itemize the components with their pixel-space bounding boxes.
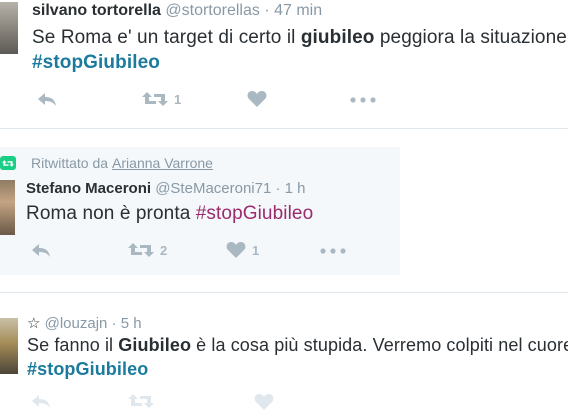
retweet-button[interactable]: 2	[128, 242, 167, 258]
retweet-icon	[128, 394, 154, 408]
tweet-text: Se fanno il Giubileo è la cosa più stupi…	[27, 335, 568, 356]
reply-icon	[38, 93, 56, 106]
tweet-header: Stefano Maceroni @SteMaceroni71 · 1 h	[26, 180, 306, 197]
tweet-header: ☆ @louzajn · 5 h	[27, 314, 142, 332]
retweet-icon	[142, 92, 168, 106]
retweet-context: Ritwittato da Arianna Varrone	[0, 155, 213, 171]
text-part: Se fanno il	[27, 335, 119, 355]
hashtag-link[interactable]: #stopGiubileo	[27, 359, 148, 379]
tweet-header: silvano tortorella @stortorellas · 47 mi…	[32, 2, 322, 20]
separator: ·	[275, 180, 281, 197]
author-name[interactable]: Stefano Maceroni	[26, 180, 151, 197]
tweet-1: silvano tortorella @stortorellas · 47 mi…	[0, 0, 568, 118]
retweet-button[interactable]	[128, 393, 154, 409]
avatar[interactable]	[0, 2, 18, 54]
avatar[interactable]	[0, 180, 15, 235]
author-handle[interactable]: @louzajn	[45, 315, 108, 332]
avatar[interactable]	[0, 318, 18, 374]
more-icon	[350, 97, 376, 103]
reply-button[interactable]	[30, 242, 52, 258]
like-button[interactable]	[254, 393, 274, 411]
separator: ·	[264, 2, 270, 19]
retweet-count: 2	[160, 242, 168, 258]
reply-icon	[32, 395, 50, 408]
timestamp[interactable]: 5 h	[121, 315, 142, 332]
retweet-button[interactable]: 1	[142, 91, 181, 107]
text-part: Roma non è pronta	[26, 203, 196, 224]
separator: ·	[111, 315, 117, 332]
author-handle[interactable]: @SteMaceroni71	[155, 180, 271, 197]
more-button[interactable]	[320, 248, 346, 254]
retweet-badge-icon	[0, 156, 16, 170]
like-icon	[247, 91, 267, 107]
tweet-text: Se Roma e' un target di certo il giubile…	[32, 27, 568, 49]
author-handle[interactable]: @stortorellas	[165, 2, 260, 19]
hashtag-link[interactable]: #stopGiubileo	[32, 52, 160, 73]
text-part: è la cosa più stupida. Verremo colpiti n…	[191, 335, 568, 355]
reply-button[interactable]	[36, 91, 58, 107]
retweeted-by-link[interactable]: Arianna Varrone	[112, 155, 213, 171]
text-keyword: Giubileo	[118, 335, 192, 355]
reply-button[interactable]	[30, 393, 52, 409]
tweet-hashtag-line: #stopGiubileo	[32, 52, 160, 74]
retweeted-by-label: Ritwittato da	[31, 155, 109, 171]
like-icon	[254, 394, 274, 410]
timestamp[interactable]: 1 h	[285, 180, 306, 197]
like-count: 1	[252, 242, 260, 258]
divider	[0, 292, 568, 293]
like-button[interactable]	[247, 90, 267, 108]
text-part: Se Roma e' un target di certo il	[32, 27, 301, 48]
reply-icon	[32, 244, 50, 257]
text-keyword: giubileo	[300, 27, 375, 48]
tweet-hashtag-line: #stopGiubileo	[27, 359, 148, 380]
retweet-icon	[128, 243, 154, 257]
more-icon	[320, 248, 346, 254]
divider	[0, 128, 568, 129]
star-icon: ☆	[27, 315, 41, 332]
text-part: peggiora la situazione!!!	[374, 27, 568, 48]
tweet-text: Roma non è pronta #stopGiubileo	[26, 203, 313, 225]
like-icon	[226, 242, 246, 258]
timestamp[interactable]: 47 min	[274, 2, 322, 19]
retweet-count: 1	[174, 91, 182, 107]
like-button[interactable]: 1	[226, 241, 259, 259]
hashtag-link[interactable]: #stopGiubileo	[196, 203, 314, 224]
more-button[interactable]	[350, 97, 376, 103]
author-name[interactable]: silvano tortorella	[32, 2, 161, 19]
